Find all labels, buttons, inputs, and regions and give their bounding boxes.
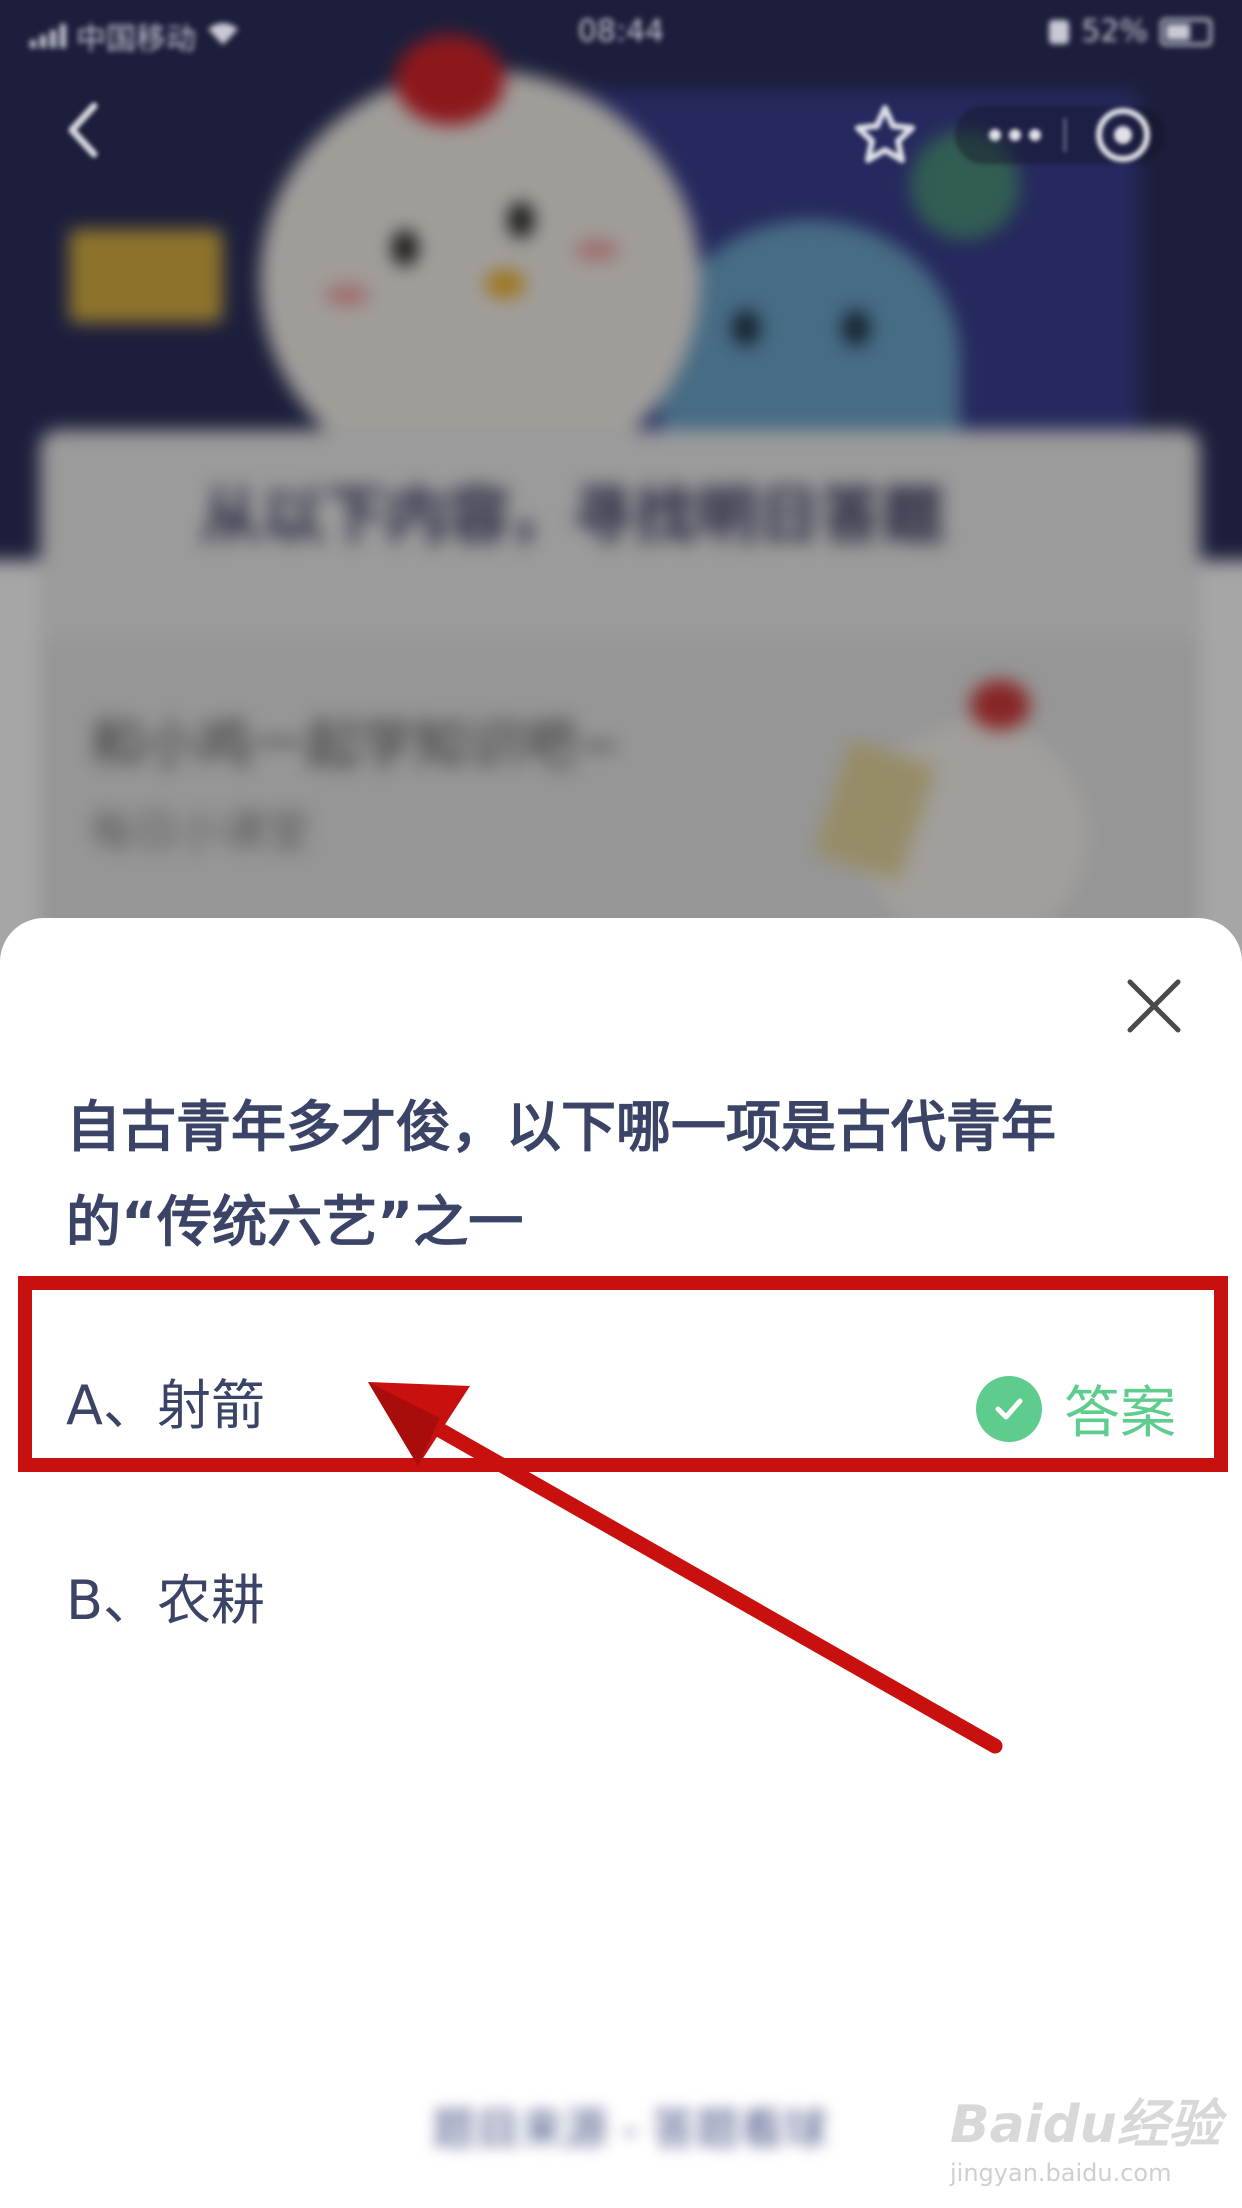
option-b-label: B、农耕 [66,1568,266,1632]
status-bar: 中国移动 08:44 52% [0,0,1242,60]
lock-icon [1049,19,1070,44]
battery-percent: 52% [1081,14,1148,49]
more-icon[interactable] [989,129,1041,141]
nav-bar [0,70,1242,190]
source-link[interactable]: 题目来源 - 答题看球 [370,2070,890,2180]
watermark-brand: Baidu经验 [950,2095,1221,2155]
mini-program-capsule [840,90,1190,178]
back-icon[interactable] [50,90,130,170]
close-icon[interactable] [1124,976,1184,1036]
baidu-watermark: Baidu经验 jingyan.baidu.com [950,2082,1221,2187]
question-text: 自古青年多才俊，以下哪一项是古代青年的“传统六艺”之一 [66,1095,1057,1254]
highlight-box [18,1276,1228,1472]
star-icon[interactable] [855,105,915,163]
watermark-url: jingyan.baidu.com [950,2159,1172,2187]
battery-icon [1160,17,1212,46]
option-b[interactable]: B、农耕 [66,1545,1176,1645]
